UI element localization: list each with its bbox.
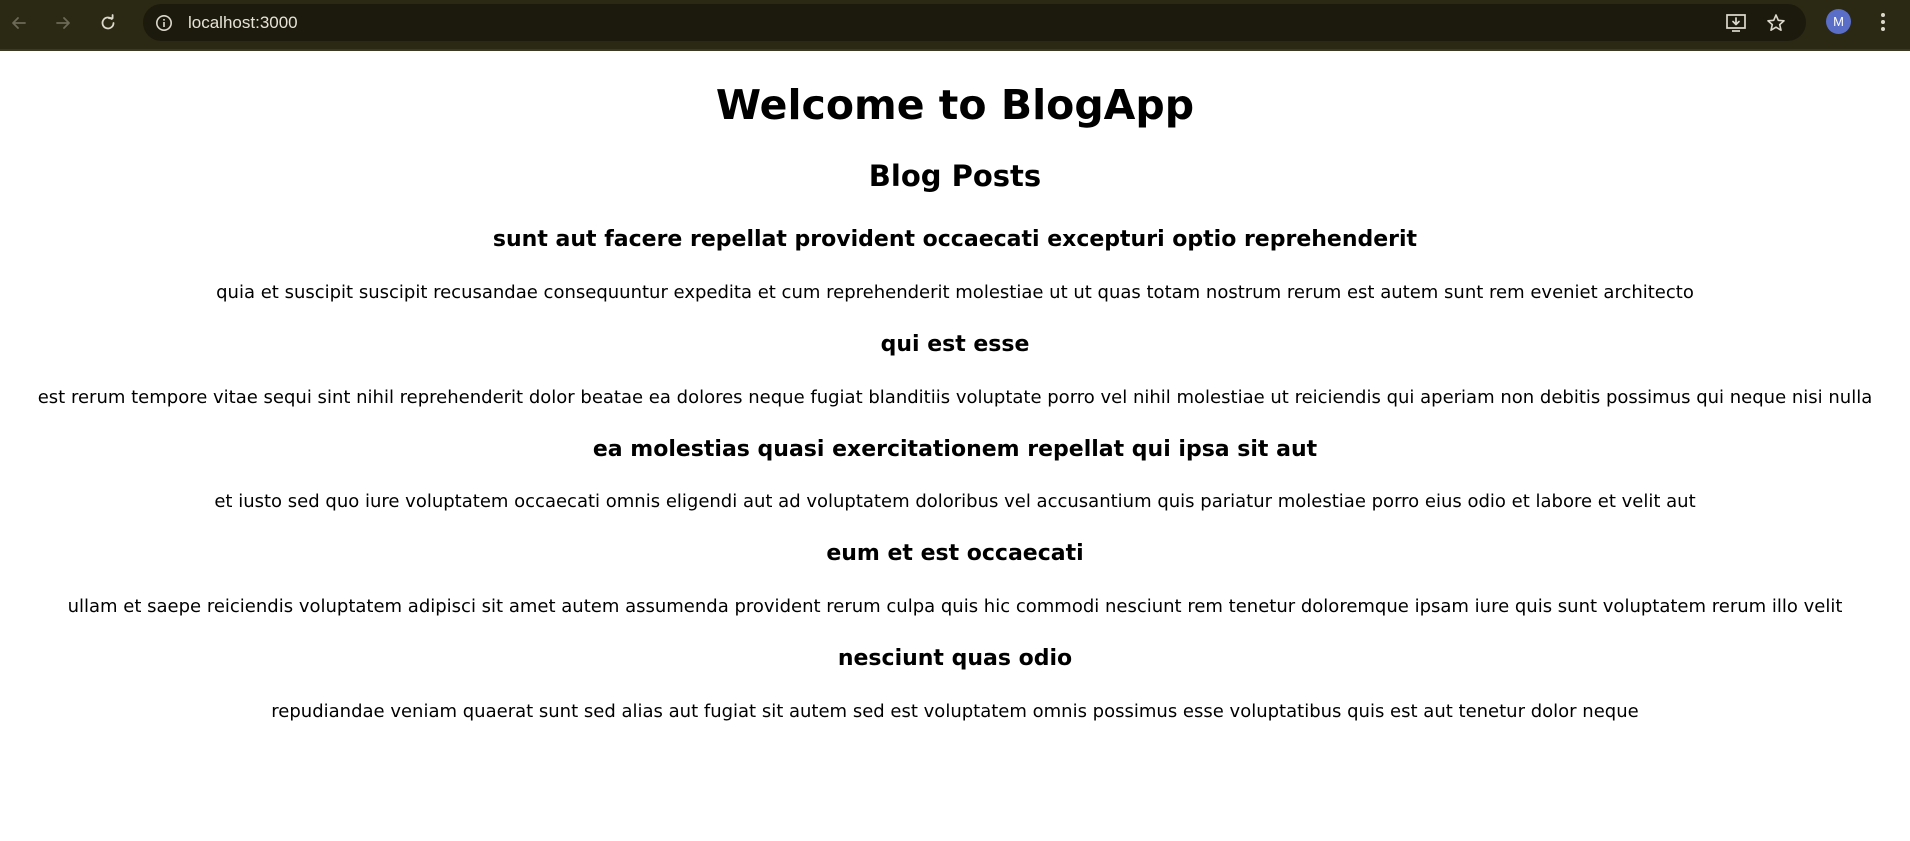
post-body: et iusto sed quo iure voluptatem occaeca… (214, 491, 1696, 512)
post-title: ea molestias quasi exercitationem repell… (592, 437, 1318, 462)
post-title: eum et est occaecati (826, 541, 1084, 566)
install-app-icon (1726, 14, 1746, 32)
arrow-right-icon (56, 17, 70, 29)
star-icon (1767, 14, 1785, 31)
arrow-left-icon (12, 17, 26, 29)
post-body: est rerum tempore vitae sequi sint nihil… (37, 387, 1873, 408)
profile-avatar[interactable]: M (1826, 9, 1851, 34)
post-body: quia et suscipit suscipit recusandae con… (216, 282, 1694, 303)
browser-toolbar: localhost:3000 M (0, 0, 1910, 51)
forward-button[interactable] (49, 9, 77, 37)
post-body: repudiandae veniam quaerat sunt sed alia… (271, 701, 1639, 722)
bookmark-button[interactable] (1763, 10, 1789, 36)
post-title: qui est esse (880, 332, 1030, 357)
reload-icon (101, 14, 115, 30)
section-title: Blog Posts (868, 159, 1042, 193)
avatar-initial: M (1833, 14, 1844, 29)
info-icon[interactable] (153, 12, 174, 33)
post-title: nesciunt quas odio (837, 646, 1073, 671)
browser-menu-button[interactable] (1873, 9, 1893, 35)
reload-button[interactable] (94, 9, 122, 37)
address-bar[interactable]: localhost:3000 (143, 4, 1806, 41)
install-app-button[interactable] (1723, 10, 1749, 36)
post-title: sunt aut facere repellat provident occae… (492, 227, 1418, 252)
page-title: Welcome to BlogApp (715, 81, 1195, 129)
url-text[interactable]: localhost:3000 (188, 12, 298, 33)
back-button[interactable] (5, 9, 33, 37)
post-body: ullam et saepe reiciendis voluptatem adi… (67, 596, 1843, 617)
kebab-menu-icon (1881, 13, 1885, 31)
page-content: Welcome to BlogApp Blog Posts sunt aut f… (0, 51, 1910, 841)
